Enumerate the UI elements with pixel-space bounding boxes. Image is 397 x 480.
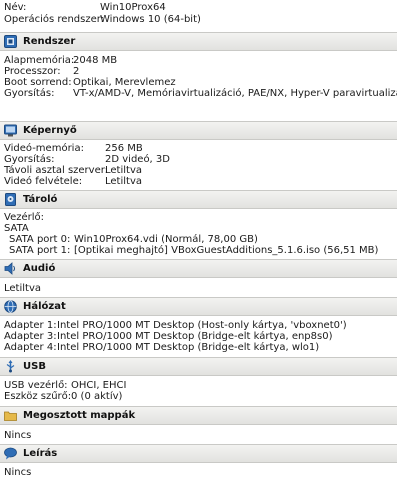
display-label-0: Videó-memória: [4,143,84,154]
usb-label-1: Eszköz szűrő: [4,391,72,402]
shared-folders-section-title: Megosztott mappák [23,410,136,421]
audio-section-title: Audió [23,263,56,274]
storage-controller-label: Vezérlő: [4,212,44,223]
display-label-1: Gyorsítás: [4,154,55,165]
monitor-icon [4,124,17,137]
chip-icon [4,35,17,48]
system-section-header[interactable]: Rendszer [0,32,397,51]
storage-port-value-1: [Optikai meghajtó] VBoxGuestAdditions_5.… [74,245,379,256]
system-value-2: Optikai, Merevlemez [73,77,176,88]
usb-value-1: 0 (0 aktív) [71,391,123,402]
system-section-title: Rendszer [23,36,76,47]
system-label-3: Gyorsítás: [4,88,55,99]
storage-port-label-0: SATA port 0: [9,234,71,245]
speaker-icon [4,262,15,275]
usb-section-header[interactable]: USB [0,357,397,376]
name-value: Win10Prox64 [100,2,166,13]
network-value-2: Intel PRO/1000 MT Desktop (Bridge-elt ká… [57,342,320,353]
network-value-0: Intel PRO/1000 MT Desktop (Host-only kár… [57,320,347,331]
network-section-title: Hálózat [23,301,66,312]
network-label-1: Adapter 3: [4,331,57,342]
system-value-1: 2 [73,66,80,77]
audio-status: Letiltva [4,283,41,294]
storage-port-value-0: Win10Prox64.vdi (Normál, 78,00 GB) [74,234,258,245]
network-label-0: Adapter 1: [4,320,57,331]
shared-folders-section-header[interactable]: Megosztott mappák [0,406,397,425]
usb-label-0: USB vezérlő: [4,380,68,391]
display-section-header[interactable]: Képernyő [0,121,397,140]
description-status: Nincs [4,467,32,478]
display-value-2: Letiltva [105,165,142,176]
display-section-title: Képernyő [23,125,77,136]
usb-value-0: OHCI, EHCI [71,380,127,391]
usb-icon [6,360,15,373]
network-label-2: Adapter 4: [4,342,57,353]
network-value-1: Intel PRO/1000 MT Desktop (Bridge-elt ká… [57,331,333,342]
description-section-header[interactable]: Leírás [0,444,397,463]
speech-bubble-icon [4,447,17,460]
audio-section-header[interactable]: Audió [0,259,397,278]
shared-folders-status: Nincs [4,430,32,441]
description-section-title: Leírás [23,448,58,459]
folder-icon [4,411,17,421]
os-value: Windows 10 (64-bit) [100,14,201,25]
storage-icon [5,193,16,206]
network-section-header[interactable]: Hálózat [0,297,397,316]
system-label-0: Alapmemória: [4,55,75,66]
storage-section-title: Tároló [23,194,58,205]
storage-controller-name: SATA [4,223,29,234]
display-label-2: Távoli asztal szerver: [4,165,109,176]
storage-section-header[interactable]: Tároló [0,190,397,209]
system-value-0: 2048 MB [73,55,118,66]
display-label-3: Videó felvétele: [4,176,83,187]
display-value-1: 2D videó, 3D [105,154,170,165]
os-label: Operációs rendszer: [4,14,105,25]
system-value-3: VT-x/AMD-V, Memóriavirtualizáció, PAE/NX… [73,88,397,99]
name-label: Név: [4,2,27,13]
system-label-1: Processzor: [4,66,61,77]
storage-port-label-1: SATA port 1: [9,245,71,256]
display-value-3: Letiltva [105,176,142,187]
system-label-2: Boot sorrend: [4,77,72,88]
display-value-0: 256 MB [105,143,143,154]
network-icon [4,300,17,313]
usb-section-title: USB [23,361,46,372]
